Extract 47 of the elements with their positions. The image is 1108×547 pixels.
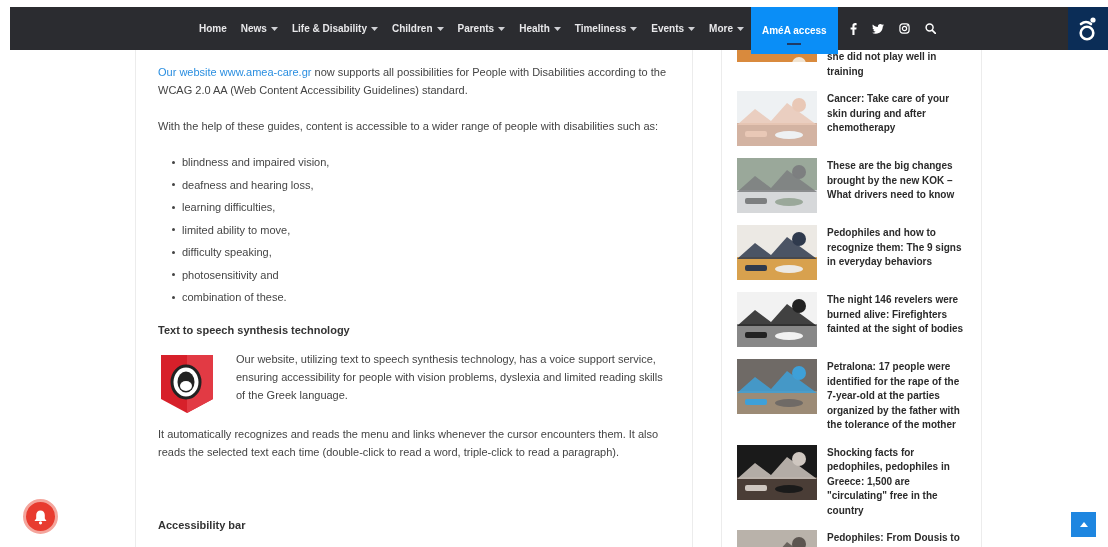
nav-item[interactable]: News <box>233 7 285 50</box>
headline-link[interactable]: The night 146 revelers were burned alive: Firefighters fainted at the sight of bodies <box>827 293 966 347</box>
nav-item[interactable]: Events <box>644 7 703 50</box>
tts-details-paragraph: It automatically recognizes and reads the menu and links whenever the cursor encounters them. It also reads the selected text each time (double-click to read a word, triple-click to read a paragraph). <box>158 426 660 460</box>
speaking-mouth-icon <box>161 354 213 413</box>
chevron-up-icon <box>1079 522 1088 527</box>
headline-link[interactable]: Pedophiles: From Dousis to <box>827 531 960 547</box>
list-item: blindness and impaired vision, <box>182 155 330 171</box>
caret-icon <box>270 26 278 31</box>
nav-item[interactable]: Timeliness <box>567 7 645 50</box>
nav-item[interactable]: Health <box>512 7 568 50</box>
caret-icon <box>736 26 744 31</box>
nav-item[interactable]: More <box>702 7 751 50</box>
caret-icon <box>553 26 561 31</box>
notification-bell-button[interactable] <box>23 499 58 534</box>
facebook-icon[interactable] <box>849 22 857 35</box>
caret-icon <box>498 26 506 31</box>
caret-icon <box>436 26 444 31</box>
nav-item[interactable]: Parents <box>450 7 513 50</box>
list-item: photosensitivity and <box>182 267 279 283</box>
caret-icon <box>688 26 696 31</box>
bell-icon <box>33 508 48 525</box>
list-item: limited ability to move, <box>182 222 291 238</box>
section-heading: Accessibility bar <box>158 517 247 533</box>
list-item: combination of these. <box>182 290 287 306</box>
lead-paragraph: With the help of these guides, content is accessible to a wider range of people with disabilities such as: <box>158 119 660 134</box>
search-icon[interactable] <box>924 23 936 34</box>
intro-paragraph: Our website www.amea-care.gr now supports all possibilities for People with Disabilities according to the WCAG 2.0 AA (Web Content Accessibility Guidelines) standard. <box>158 65 668 98</box>
nav-item[interactable]: Life & Disability <box>284 7 385 50</box>
headline-link[interactable]: Pedophiles and how to recognize them: The 9 signs in everyday behaviors <box>827 226 966 280</box>
nav-item[interactable]: Children <box>384 7 451 50</box>
tts-paragraph: Our website, utilizing text to speech synthesis technology, has a voice support service, ensuring accessibility for people with vision problems, dyslexia and limited reading skills of the Greek language. <box>236 351 664 403</box>
headline-link[interactable]: Petralona: 17 people were identified for the rape of the 7-year-old at the parties organized by the father with the tolerance of the mother <box>827 360 966 433</box>
headline-link[interactable]: Cancer: Take care of your skin during and after chemotherapy <box>827 92 966 146</box>
list-item: difficulty speaking, <box>182 245 272 261</box>
section-heading: Text to speech synthesis technology <box>158 322 351 338</box>
list-item: deafness and hearing loss, <box>182 177 314 193</box>
headline-link[interactable]: These are the big changes brought by the new KOK – What drivers need to know <box>827 159 966 213</box>
headline-link[interactable]: Shocking facts for pedophiles, pedophiles in Greece: 1,500 are "circulating" free in the country <box>827 445 966 518</box>
caret-icon <box>370 26 378 31</box>
list-item: learning difficulties, <box>182 200 276 216</box>
caret-icon <box>630 26 638 31</box>
nav-item[interactable]: Home <box>192 7 234 50</box>
scroll-to-top-button[interactable] <box>1071 512 1096 537</box>
website-link[interactable]: Our website www.amea-care.gr <box>158 66 312 78</box>
bird-icon[interactable] <box>871 23 884 34</box>
camera-icon[interactable] <box>898 23 910 34</box>
